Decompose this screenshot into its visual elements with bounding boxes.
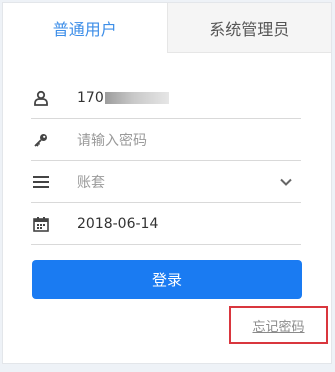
masked-username-part [104,91,169,104]
chevron-down-icon[interactable] [279,174,293,188]
username-value: 170 [77,89,104,106]
tab-normal-user[interactable]: 普通用户 [3,3,167,53]
user-icon [31,88,51,108]
calendar-icon [31,214,51,234]
password-row[interactable]: 请输入密码 [31,119,301,161]
key-icon [31,130,51,150]
password-field[interactable]: 请输入密码 [77,119,147,160]
account-set-select[interactable]: 账套 [77,161,105,202]
username-field[interactable]: 170 [77,77,169,118]
username-row[interactable]: 170 [31,77,301,119]
login-button[interactable]: 登录 [32,260,302,299]
forgot-password-link[interactable]: 忘记密码 [252,316,304,335]
login-tabs: 普通用户 系统管理员 [3,3,331,53]
date-row[interactable]: 2018-06-14 [31,203,301,245]
date-field[interactable]: 2018-06-14 [77,203,158,244]
list-icon [31,172,51,192]
tab-system-admin[interactable]: 系统管理员 [166,3,331,53]
login-form: 170 请输入密码 账套 2018-06-14 [31,77,301,245]
account-set-row[interactable]: 账套 [31,161,301,203]
forgot-password-highlight: 忘记密码 [229,306,328,344]
